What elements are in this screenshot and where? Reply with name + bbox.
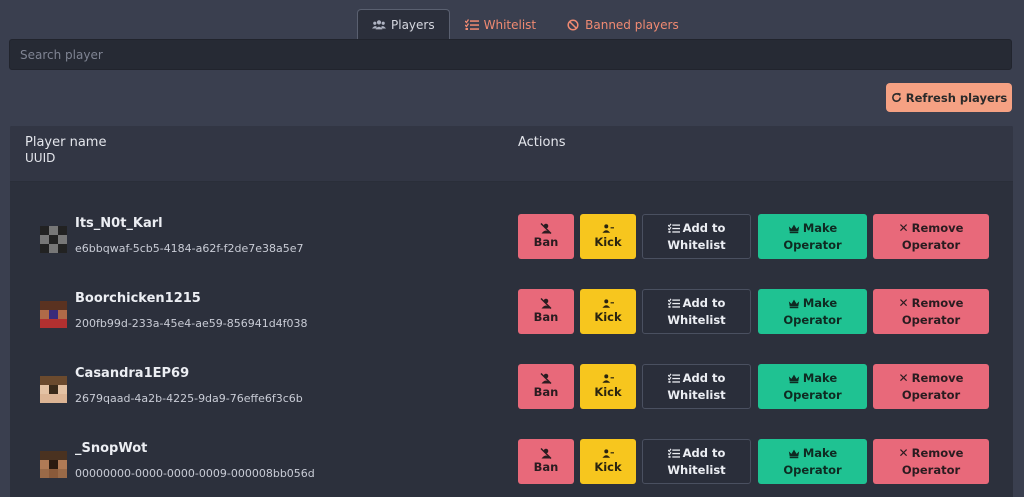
user-slash-icon (540, 372, 552, 384)
close-icon: ✕ (898, 295, 909, 310)
remove-operator-button[interactable]: ✕ Remove Operator (873, 214, 989, 259)
ban-label: Ban (533, 459, 559, 474)
player-uuid: 200fb99d-233a-45e4-ae59-856941d4f038 (75, 317, 308, 330)
table-header: Player name UUID Actions (10, 126, 1013, 182)
kick-label: Kick (594, 309, 622, 324)
tab-bar: Players Whitelist Banned players (357, 9, 694, 39)
kick-label: Kick (594, 234, 622, 249)
kick-button[interactable]: Kick (580, 214, 636, 259)
list-check-icon (667, 372, 680, 383)
user-minus-icon (602, 448, 614, 458)
close-icon: ✕ (898, 445, 909, 460)
list-check-icon (667, 297, 680, 308)
tab-players-label: Players (391, 17, 435, 32)
make-operator-button[interactable]: Make Operator (758, 289, 867, 334)
column-player-name: Player name (25, 135, 107, 150)
column-actions: Actions (518, 135, 566, 150)
make-operator-button[interactable]: Make Operator (758, 214, 867, 259)
tab-players[interactable]: Players (357, 9, 450, 39)
list-check-icon (667, 447, 680, 458)
remove-operator-button[interactable]: ✕ Remove Operator (873, 289, 989, 334)
search-input[interactable] (9, 39, 1012, 70)
crown-icon (788, 299, 799, 308)
ban-label: Ban (533, 384, 559, 399)
tab-banned-label: Banned players (585, 17, 679, 32)
user-slash-icon (540, 222, 552, 234)
users-icon (372, 19, 386, 29)
table-row: Casandra1EP69 2679qaad-4a2b-4225-9da9-76… (10, 352, 1013, 427)
ban-label: Ban (533, 309, 559, 324)
remove-operator-button[interactable]: ✕ Remove Operator (873, 439, 989, 484)
ban-label: Ban (533, 234, 559, 249)
player-uuid: 2679qaad-4a2b-4225-9da9-76effe6f3c6b (75, 392, 303, 405)
player-uuid: e6bbqwaf-5cb5-4184-a62f-f2de7e38a5e7 (75, 242, 304, 255)
player-name: Its_N0t_Karl (75, 216, 163, 231)
player-name: _SnopWot (75, 441, 148, 456)
player-name: Casandra1EP69 (75, 366, 190, 381)
user-minus-icon (602, 373, 614, 383)
ban-button[interactable]: Ban (518, 214, 574, 259)
list-check-icon (464, 18, 479, 30)
close-icon: ✕ (898, 370, 909, 385)
table-row: Boorchicken1215 200fb99d-233a-45e4-ae59-… (10, 277, 1013, 352)
crown-icon (788, 449, 799, 458)
list-check-icon (667, 222, 680, 233)
kick-label: Kick (594, 384, 622, 399)
ban-button[interactable]: Ban (518, 364, 574, 409)
tab-whitelist-label: Whitelist (483, 17, 537, 32)
make-operator-button[interactable]: Make Operator (758, 439, 867, 484)
close-icon: ✕ (898, 220, 909, 235)
crown-icon (788, 224, 799, 233)
add-to-whitelist-button[interactable]: Add to Whitelist (642, 439, 751, 484)
ban-button[interactable]: Ban (518, 439, 574, 484)
players-table: Player name UUID Actions Its_N0t_Karl e6… (10, 126, 1013, 497)
player-avatar (40, 451, 67, 478)
ban-button[interactable]: Ban (518, 289, 574, 334)
user-minus-icon (602, 298, 614, 308)
player-avatar (40, 376, 67, 403)
tab-banned-players[interactable]: Banned players (551, 9, 694, 39)
kick-button[interactable]: Kick (580, 364, 636, 409)
kick-button[interactable]: Kick (580, 289, 636, 334)
ban-icon (567, 18, 579, 31)
add-to-whitelist-button[interactable]: Add to Whitelist (642, 289, 751, 334)
user-slash-icon (540, 297, 552, 309)
player-avatar (40, 301, 67, 328)
tab-whitelist[interactable]: Whitelist (450, 9, 552, 39)
kick-label: Kick (594, 459, 622, 474)
kick-button[interactable]: Kick (580, 439, 636, 484)
refresh-label: Refresh players (905, 90, 1008, 105)
refresh-players-button[interactable]: Refresh players (886, 83, 1012, 112)
user-minus-icon (602, 223, 614, 233)
player-name: Boorchicken1215 (75, 291, 201, 306)
user-slash-icon (540, 447, 552, 459)
player-uuid: 00000000-0000-0000-0009-000008bb056d (75, 467, 315, 480)
column-uuid: UUID (25, 151, 56, 165)
remove-operator-button[interactable]: ✕ Remove Operator (873, 364, 989, 409)
refresh-icon (891, 92, 901, 102)
make-operator-button[interactable]: Make Operator (758, 364, 867, 409)
add-to-whitelist-button[interactable]: Add to Whitelist (642, 214, 751, 259)
crown-icon (788, 374, 799, 383)
add-to-whitelist-button[interactable]: Add to Whitelist (642, 364, 751, 409)
table-row: _SnopWot 00000000-0000-0000-0009-000008b… (10, 427, 1013, 497)
player-avatar (40, 226, 67, 253)
table-row: Its_N0t_Karl e6bbqwaf-5cb5-4184-a62f-f2d… (10, 202, 1013, 277)
